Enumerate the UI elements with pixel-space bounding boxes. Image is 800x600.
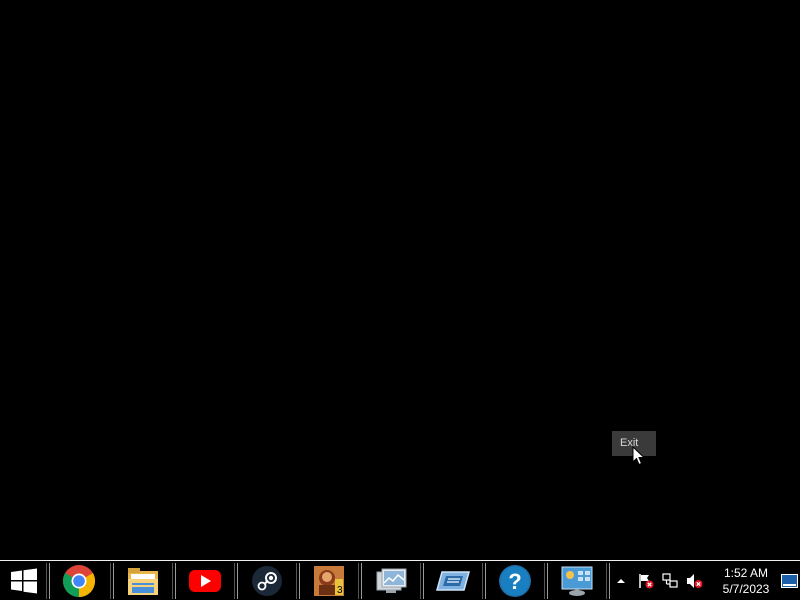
youtube-icon	[189, 569, 221, 592]
folder-icon	[128, 567, 158, 595]
taskbar-app-game[interactable]: 3	[296, 561, 358, 600]
image-viewer-icon	[376, 568, 407, 593]
clock-time: 1:52 AM	[723, 566, 769, 580]
notification-center-icon[interactable]	[781, 574, 798, 588]
desktop[interactable]	[0, 0, 800, 560]
taskbar: 3 ? 1:52 AM 5/7/2023	[0, 560, 800, 600]
taskbar-app-image-viewer[interactable]	[358, 561, 420, 600]
chrome-icon	[62, 564, 96, 597]
screen-app-icon	[436, 570, 470, 591]
volume-muted-icon[interactable]	[686, 573, 703, 589]
taskbar-app-youtube[interactable]	[172, 561, 234, 600]
svg-text:?: ?	[508, 569, 521, 594]
chevron-up-icon[interactable]	[616, 577, 626, 585]
control-panel-icon	[561, 566, 593, 596]
help-icon: ?	[499, 564, 531, 597]
action-center-flag-icon[interactable]	[638, 573, 654, 589]
network-icon[interactable]	[662, 573, 678, 589]
svg-text:3: 3	[337, 585, 343, 596]
taskbar-app-control-panel[interactable]	[544, 561, 606, 600]
clock-date: 5/7/2023	[722, 582, 770, 596]
clock[interactable]: 1:52 AM 5/7/2023	[716, 565, 776, 597]
steam-icon	[252, 565, 282, 596]
taskbar-app-help[interactable]: ?	[482, 561, 544, 600]
windows-logo-icon	[11, 568, 37, 593]
start-button[interactable]	[0, 561, 48, 600]
taskbar-app-chrome[interactable]	[46, 561, 108, 600]
taskbar-app-steam[interactable]	[234, 561, 296, 600]
game-icon: 3	[314, 565, 344, 596]
taskbar-app-file-explorer[interactable]	[110, 561, 172, 600]
mouse-cursor-icon	[632, 446, 646, 466]
taskbar-app-screen[interactable]	[420, 561, 482, 600]
